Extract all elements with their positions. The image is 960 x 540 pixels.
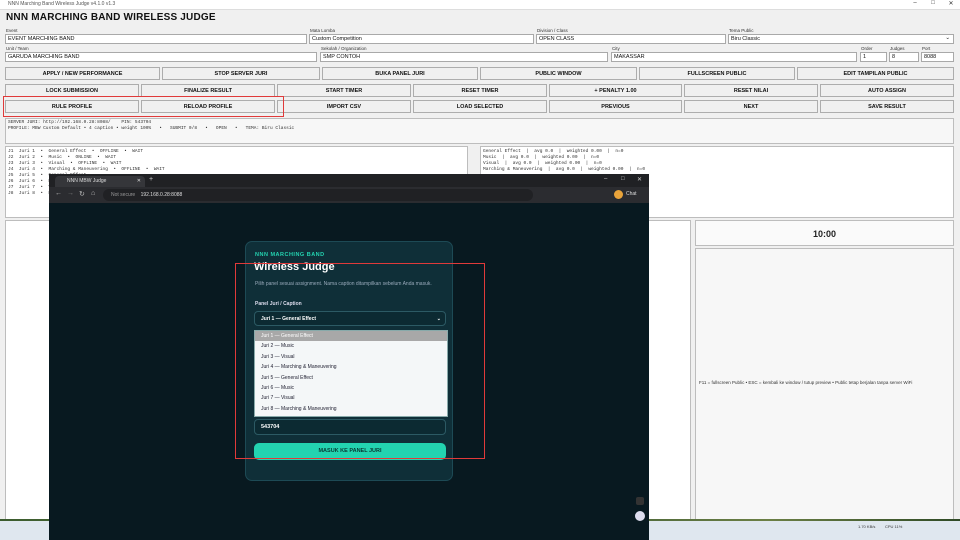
- timer-display: 10:00: [812, 229, 837, 239]
- reset-timer-button[interactable]: RESET TIMER: [413, 84, 547, 97]
- event-field[interactable]: EVENT MARCHING BAND: [5, 34, 307, 44]
- preview-panel: F11 = fullscreen Public • ESC = kembali …: [695, 248, 954, 520]
- browser-tabbar: NNN MBW Judge ✕ + – □ ✕: [49, 174, 649, 187]
- cpu-usage: CPU 11%: [885, 524, 903, 529]
- back-icon[interactable]: ←: [55, 190, 62, 197]
- import-csv-button[interactable]: IMPORT CSV: [277, 100, 411, 113]
- start-timer-button[interactable]: START TIMER: [277, 84, 411, 97]
- profile-label: Chat: [626, 191, 637, 197]
- shortcut-hint: F11 = fullscreen Public • ESC = kembali …: [699, 380, 913, 385]
- reset-nilai-button[interactable]: RESET NILAI: [684, 84, 818, 97]
- judges-field[interactable]: 8: [889, 52, 919, 62]
- avatar[interactable]: [614, 190, 623, 199]
- app-title: NNN MARCHING BAND WIRELESS JUDGE: [6, 12, 216, 23]
- stop-server-button[interactable]: STOP SERVER JURI: [162, 67, 320, 80]
- browser-window: NNN MBW Judge ✕ + – □ ✕ ← → ↻ ⌂ Not secu…: [49, 174, 649, 540]
- chat-icon[interactable]: [635, 511, 645, 521]
- window-title: NNN Marching Band Wireless Judge v4.1.0 …: [8, 1, 116, 7]
- mata-lomba-field[interactable]: Custom Competition: [309, 34, 534, 44]
- mata-lomba-label: Mata Lomba: [310, 28, 336, 33]
- tema-select[interactable]: Biru Classic ⌄: [728, 34, 954, 44]
- profile-status: PROFILE: MBW Custom Default • 4 caption …: [8, 126, 295, 131]
- city-label: City: [612, 46, 620, 51]
- browser-toolbar: ← → ↻ ⌂ Not secure 192.168.0.28:8088 Cha…: [49, 187, 649, 203]
- division-label: Division / Class: [537, 28, 568, 33]
- auto-assign-button[interactable]: AUTO ASSIGN: [820, 84, 954, 97]
- division-field[interactable]: OPEN CLASS: [536, 34, 726, 44]
- new-tab-icon[interactable]: +: [149, 176, 153, 183]
- close-icon[interactable]: ✕: [637, 176, 642, 183]
- penalty-button[interactable]: + PENALTY 1.00: [549, 84, 682, 97]
- order-label: Order: [861, 46, 873, 51]
- school-field[interactable]: SMP CONTOH: [320, 52, 608, 62]
- tema-label: Tema Public: [729, 28, 754, 33]
- tema-value: Biru Classic: [731, 36, 761, 42]
- reload-icon[interactable]: ↻: [79, 190, 85, 198]
- highlight-box: [3, 96, 284, 117]
- window-titlebar: NNN Marching Band Wireless Judge v4.1.0 …: [0, 0, 960, 10]
- judge-page: NNN MARCHING BAND Wireless Judge Pilih p…: [49, 203, 649, 540]
- port-field[interactable]: 8088: [921, 52, 954, 62]
- minimize-icon[interactable]: –: [604, 176, 607, 182]
- list-item: Marching & Maneuvering | avg 0.0 | weigh…: [483, 167, 646, 172]
- save-result-button[interactable]: SAVE RESULT: [820, 100, 954, 113]
- highlight-box: [235, 263, 485, 459]
- unit-field[interactable]: GARUDA MARCHING BAND: [5, 52, 317, 62]
- unit-label: Unit / Team: [6, 46, 29, 51]
- order-field[interactable]: 1: [860, 52, 887, 62]
- forward-icon[interactable]: →: [67, 190, 74, 197]
- status-panel: SERVER JURI: http://192.168.0.28:8088/ P…: [5, 118, 954, 144]
- next-button[interactable]: NEXT: [684, 100, 818, 113]
- grid-icon[interactable]: [636, 497, 644, 505]
- fullscreen-public-button[interactable]: FULLSCREEN PUBLIC: [639, 67, 795, 80]
- public-window-button[interactable]: PUBLIC WINDOW: [480, 67, 637, 80]
- port-label: Port: [922, 46, 931, 51]
- address-bar[interactable]: Not secure 192.168.0.28:8088: [103, 189, 533, 201]
- tab-title: NNN MBW Judge: [67, 178, 107, 184]
- previous-button[interactable]: PREVIOUS: [549, 100, 682, 113]
- chevron-down-icon: ⌄: [945, 35, 950, 41]
- buka-panel-juri-button[interactable]: BUKA PANEL JURI: [322, 67, 478, 80]
- close-tab-icon[interactable]: ✕: [137, 176, 141, 187]
- url-text: 192.168.0.28:8088: [140, 192, 183, 198]
- brand-label: NNN MARCHING BAND: [255, 252, 325, 258]
- judges-label: Judges: [890, 46, 905, 51]
- browser-tab[interactable]: NNN MBW Judge ✕: [55, 176, 145, 187]
- minimize-icon[interactable]: –: [906, 0, 924, 6]
- event-label: Event: [6, 28, 18, 33]
- security-label: Not secure: [111, 192, 136, 198]
- home-icon[interactable]: ⌂: [91, 190, 95, 197]
- timer-panel: 10:00: [695, 220, 954, 246]
- edit-tampilan-public-button[interactable]: EDIT TAMPILAN PUBLIC: [797, 67, 954, 80]
- city-field[interactable]: MAKASSAR: [611, 52, 857, 62]
- apply-new-performance-button[interactable]: APPLY / NEW PERFORMANCE: [5, 67, 160, 80]
- load-selected-button[interactable]: LOAD SELECTED: [413, 100, 547, 113]
- close-icon[interactable]: ✕: [942, 0, 960, 7]
- maximize-icon[interactable]: □: [924, 0, 942, 6]
- school-label: Sekolah / Organization: [321, 46, 367, 51]
- maximize-icon[interactable]: □: [621, 176, 625, 182]
- network-speed: 1.70 KB/s: [858, 524, 876, 529]
